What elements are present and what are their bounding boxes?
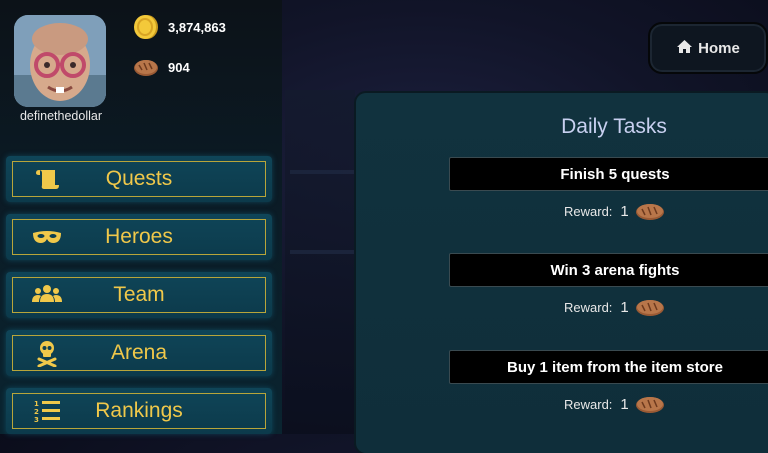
bread-icon <box>635 397 664 413</box>
svg-text:1: 1 <box>34 400 39 408</box>
background-bookshelf <box>285 90 355 434</box>
player-sidebar: definethedollar 3,874,863 904 Quests Her… <box>0 0 282 434</box>
bread-icon <box>635 204 664 220</box>
home-icon <box>676 39 693 58</box>
home-label: Home <box>698 39 740 57</box>
avatar-image <box>14 15 106 107</box>
nav-rankings-frame: 1 2 3 Rankings <box>12 393 266 429</box>
daily-tasks-panel: Daily Tasks Finish 5 quests Reward: 1 Wi… <box>356 93 768 453</box>
nav-rankings-button[interactable]: 1 2 3 Rankings <box>6 388 272 434</box>
mask-icon <box>31 223 63 251</box>
skull-crossbones-icon <box>31 339 63 368</box>
daily-tasks-title: Daily Tasks <box>561 115 667 138</box>
svg-text:2: 2 <box>34 408 39 416</box>
reward-label: Reward: <box>564 203 613 219</box>
background-shelf <box>290 170 355 174</box>
bread-balance: 904 <box>133 54 190 80</box>
nav-team-button[interactable]: Team <box>6 272 272 318</box>
svg-text:3: 3 <box>34 416 39 424</box>
task-name: Win 3 arena fights <box>449 253 768 287</box>
nav-quests-button[interactable]: Quests <box>6 156 272 202</box>
nav-arena-frame: Arena <box>12 335 266 371</box>
reward-label: Reward: <box>564 299 613 315</box>
task-reward: Reward: 1 <box>564 297 665 317</box>
reward-label: Reward: <box>564 396 613 412</box>
scroll-icon <box>31 165 63 193</box>
nav-team-frame: Team <box>12 277 266 313</box>
reward-amount: 1 <box>620 202 629 220</box>
task-reward: Reward: 1 <box>564 394 665 414</box>
nav-heroes-frame: Heroes <box>12 219 266 255</box>
nav-heroes-button[interactable]: Heroes <box>6 214 272 260</box>
bread-icon <box>635 300 664 316</box>
task-reward: Reward: 1 <box>564 201 665 221</box>
group-icon <box>31 281 63 309</box>
username: definethedollar <box>19 109 102 123</box>
bread-icon <box>133 54 159 80</box>
task-name: Buy 1 item from the item store <box>449 350 768 384</box>
reward-amount: 1 <box>620 298 629 316</box>
reward-amount: 1 <box>620 395 629 413</box>
coin-count: 3,874,863 <box>168 19 226 35</box>
coin-icon <box>133 14 159 40</box>
ordered-list-icon: 1 2 3 <box>31 397 63 425</box>
nav-quests-frame: Quests <box>12 161 266 197</box>
coin-balance: 3,874,863 <box>133 14 226 40</box>
nav-arena-button[interactable]: Arena <box>6 330 272 376</box>
home-button[interactable]: Home <box>648 22 768 74</box>
task-name: Finish 5 quests <box>449 157 768 191</box>
bread-count: 904 <box>168 59 190 75</box>
avatar[interactable] <box>14 15 106 107</box>
background-shelf <box>290 250 355 254</box>
